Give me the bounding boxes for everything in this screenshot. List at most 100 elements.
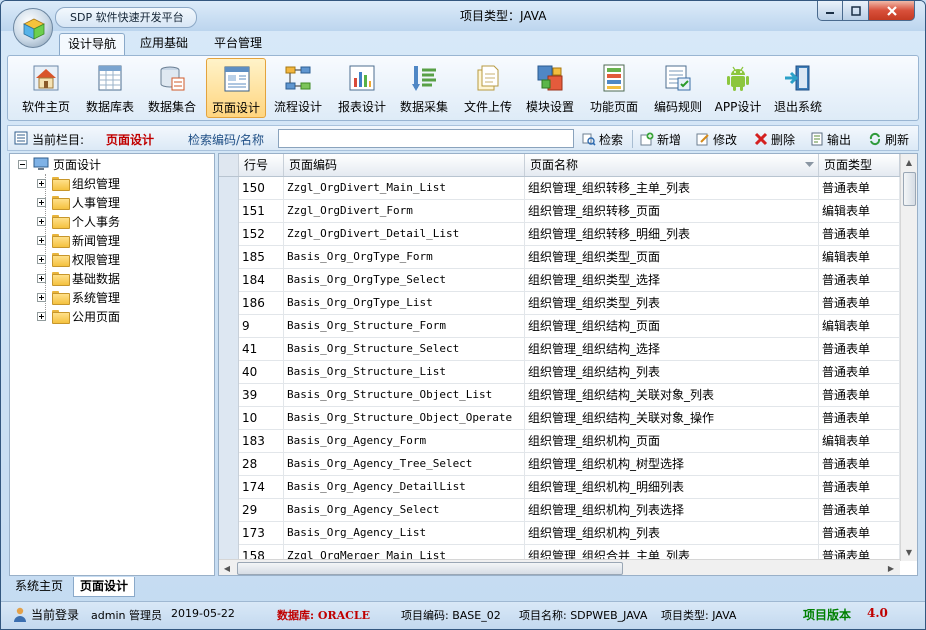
tab-page-design[interactable]: 页面设计	[73, 577, 136, 597]
column-header-page-type[interactable]: 页面类型	[819, 154, 900, 176]
row-selector[interactable]	[219, 430, 239, 453]
table-row[interactable]: 29 Basis_Org_Agency_Select 组织管理_组织机构_列表选择普…	[219, 499, 900, 522]
scroll-down-icon[interactable]: ▼	[901, 544, 917, 560]
delete-button[interactable]: 删除	[754, 130, 795, 148]
ribbon-button-page-design[interactable]: 页面设计	[206, 58, 266, 118]
table-row[interactable]: 185 Basis_Org_OrgType_Form 组织管理_组织类型_页面 编辑表…	[219, 246, 900, 269]
table-row[interactable]: 174 Basis_Org_Agency_DetailList 组织管理_组织机构_…	[219, 476, 900, 499]
tab-platform-admin[interactable]: 平台管理	[205, 33, 271, 55]
scroll-left-icon[interactable]: ◀	[219, 560, 235, 575]
scroll-up-icon[interactable]: ▲	[901, 154, 917, 170]
tab-design-nav[interactable]: 设计导航	[59, 33, 125, 55]
report-chart-icon	[349, 65, 375, 91]
expand-icon[interactable]	[37, 292, 46, 302]
row-selector[interactable]	[219, 292, 239, 315]
refresh-button[interactable]: 刷新	[868, 130, 909, 148]
page-code-cell: Basis_Org_OrgType_List	[284, 292, 525, 315]
data-collection-icon	[160, 66, 185, 91]
expand-icon[interactable]	[37, 254, 46, 264]
tree-item-public[interactable]: 公用页面	[37, 307, 120, 325]
expand-icon[interactable]	[37, 216, 46, 226]
ribbon-button-report[interactable]: 报表设计	[332, 58, 392, 118]
minimize-button[interactable]	[817, 1, 843, 21]
computer-icon	[33, 157, 49, 170]
row-selector[interactable]	[219, 499, 239, 522]
row-selector[interactable]	[219, 476, 239, 499]
page-type-cell: 普通表单	[819, 269, 900, 292]
column-header-row-no[interactable]: 行号	[239, 154, 284, 176]
ribbon-button-workflow[interactable]: 流程设计	[268, 58, 328, 118]
tree-item-permission[interactable]: 权限管理	[37, 250, 120, 268]
row-selector[interactable]	[219, 177, 239, 200]
table-row[interactable]: 39 Basis_Org_Structure_Object_List 组织管理_组织…	[219, 384, 900, 407]
export-button[interactable]: 输出	[810, 130, 851, 148]
table-row[interactable]: 184 Basis_Org_OrgType_Select 组织管理_组织类型_选择普…	[219, 269, 900, 292]
horizontal-scrollbar[interactable]: ◀ ▶	[219, 559, 900, 575]
ribbon-button-function-page[interactable]: 功能页面	[584, 58, 644, 118]
tree-item-system[interactable]: 系统管理	[37, 288, 120, 306]
horizontal-scroll-thumb[interactable]	[237, 562, 623, 575]
maximize-button[interactable]	[843, 1, 869, 21]
ribbon-button-coding-rule[interactable]: 编码规则	[648, 58, 708, 118]
search-input[interactable]	[278, 129, 574, 148]
tree-item-org[interactable]: 组织管理	[37, 174, 120, 192]
ribbon-button-data-collect[interactable]: 数据采集	[394, 58, 454, 118]
row-number-cell: 185	[239, 246, 284, 269]
table-row[interactable]: 173 Basis_Org_Agency_List 组织管理_组织机构_列表 普通表单	[219, 522, 900, 545]
expand-icon[interactable]	[37, 235, 46, 245]
tree-item-news[interactable]: 新闻管理	[37, 231, 120, 249]
table-row[interactable]: 28 Basis_Org_Agency_Tree_Select 组织管理_组织机构_…	[219, 453, 900, 476]
row-selector[interactable]	[219, 269, 239, 292]
row-selector[interactable]	[219, 407, 239, 430]
row-selector[interactable]	[219, 246, 239, 269]
close-button[interactable]	[869, 1, 915, 21]
table-row[interactable]: 150 Zzgl_OrgDivert_Main_List 组织管理_组织转移_主单_…	[219, 177, 900, 200]
expand-icon[interactable]	[37, 197, 46, 207]
tree-item-basic-data[interactable]: 基础数据	[37, 269, 120, 287]
row-selector[interactable]	[219, 453, 239, 476]
row-selector[interactable]	[219, 338, 239, 361]
row-selector[interactable]	[219, 384, 239, 407]
table-row[interactable]: 152 Zzgl_OrgDivert_Detail_List 组织管理_组织转移_明…	[219, 223, 900, 246]
ribbon-button-db-table[interactable]: 数据库表	[80, 58, 140, 118]
ribbon-button-home[interactable]: 软件主页	[16, 58, 76, 118]
column-header-page-name[interactable]: 页面名称	[525, 154, 819, 176]
table-row[interactable]: 183 Basis_Org_Agency_Form 组织管理_组织机构_页面 编辑表单	[219, 430, 900, 453]
edit-button[interactable]: 修改	[696, 130, 737, 148]
tree-root[interactable]: 页面设计	[18, 155, 101, 173]
ribbon-button-data-collection[interactable]: 数据集合	[142, 58, 202, 118]
search-button[interactable]: 检索	[582, 130, 623, 148]
column-header-page-code[interactable]: 页面编码	[284, 154, 525, 176]
app-logo-icon[interactable]	[13, 8, 53, 48]
add-button[interactable]: 新增	[640, 130, 681, 148]
table-row[interactable]: 10 Basis_Org_Structure_Object_Operate 组织管理…	[219, 407, 900, 430]
expand-icon[interactable]	[37, 178, 46, 188]
scroll-right-icon[interactable]: ▶	[883, 560, 899, 575]
table-row[interactable]: 41 Basis_Org_Structure_Select 组织管理_组织结构_选择…	[219, 338, 900, 361]
table-row[interactable]: 9 Basis_Org_Structure_Form 组织管理_组织结构_页面 编辑表…	[219, 315, 900, 338]
vertical-scroll-thumb[interactable]	[903, 172, 916, 206]
row-selector[interactable]	[219, 315, 239, 338]
tree-item-hr[interactable]: 人事管理	[37, 193, 120, 211]
expand-icon[interactable]	[37, 273, 46, 283]
tab-app-basics[interactable]: 应用基础	[133, 33, 195, 55]
tab-system-home[interactable]: 系统主页	[9, 577, 69, 597]
tree-item-personal[interactable]: 个人事务	[37, 212, 120, 230]
ribbon-button-module-settings[interactable]: 模块设置	[520, 58, 580, 118]
collapse-icon[interactable]	[18, 159, 27, 169]
ribbon-button-file-upload[interactable]: 文件上传	[458, 58, 518, 118]
table-row[interactable]: 186 Basis_Org_OrgType_List 组织管理_组织类型_列表 普通表…	[219, 292, 900, 315]
expand-icon[interactable]	[37, 311, 46, 321]
row-selector[interactable]	[219, 200, 239, 223]
ribbon-button-app-design[interactable]: APP设计	[708, 58, 768, 118]
refresh-button-label: 刷新	[885, 132, 910, 147]
row-selector[interactable]	[219, 223, 239, 246]
row-number-cell: 150	[239, 177, 284, 200]
vertical-scrollbar[interactable]: ▲ ▼	[900, 154, 917, 561]
table-row[interactable]: 40 Basis_Org_Structure_List 组织管理_组织结构_列表 普通…	[219, 361, 900, 384]
ribbon-button-exit[interactable]: 退出系统	[768, 58, 828, 118]
row-selector[interactable]	[219, 361, 239, 384]
row-selector[interactable]	[219, 522, 239, 545]
table-row[interactable]: 151 Zzgl_OrgDivert_Form 组织管理_组织转移_页面 编辑表单	[219, 200, 900, 223]
maximize-icon	[850, 5, 861, 16]
